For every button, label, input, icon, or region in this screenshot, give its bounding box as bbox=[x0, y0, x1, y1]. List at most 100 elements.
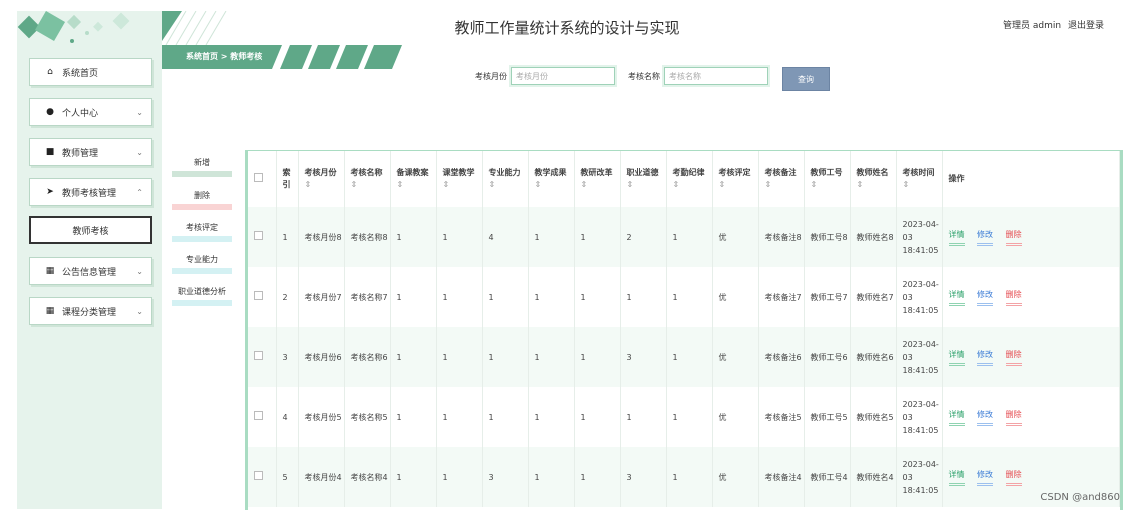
delete-button[interactable]: 删除 bbox=[172, 190, 232, 210]
detail-button[interactable]: 详情 bbox=[948, 288, 965, 306]
header-teacher-name[interactable]: 教师姓名 ⇕ bbox=[850, 151, 897, 207]
search-name-placeholder: 考核名称 bbox=[669, 71, 701, 81]
breadcrumb: 系统首页 > 教师考核 bbox=[186, 51, 262, 62]
sidebar-item-course[interactable]: ▦ 课程分类管理 ⌄ bbox=[29, 297, 152, 325]
checkbox-icon[interactable] bbox=[254, 230, 263, 240]
edit-button[interactable]: 修改 bbox=[977, 348, 994, 366]
checkbox-icon[interactable] bbox=[254, 410, 263, 420]
sidebar-item-notice[interactable]: ▦ 公告信息管理 ⌄ bbox=[29, 257, 152, 285]
sort-icon[interactable]: ⇕ bbox=[397, 180, 404, 189]
sidebar-item-teacher[interactable]: ■ 教师管理 ⌄ bbox=[29, 138, 152, 166]
search-name-group: 考核名称 考核名称 bbox=[628, 67, 768, 85]
row-delete-button[interactable]: 删除 bbox=[1005, 228, 1022, 246]
header-time[interactable]: 考核时间 ⇕ bbox=[896, 151, 943, 207]
header-label: 教学成果 bbox=[534, 168, 567, 177]
header-ops: 操作 bbox=[942, 151, 1120, 207]
cell-prep: 1 bbox=[390, 267, 437, 327]
header-ability[interactable]: 专业能力 ⇕ bbox=[482, 151, 529, 207]
row-delete-button[interactable]: 删除 bbox=[1005, 468, 1022, 486]
header-label: 考勤纪律 bbox=[672, 168, 705, 177]
detail-button[interactable]: 详情 bbox=[948, 408, 965, 426]
header-label: 考核月份 bbox=[304, 168, 337, 177]
cell-result: 1 bbox=[528, 387, 575, 447]
checkbox-icon[interactable] bbox=[254, 290, 263, 300]
header-result[interactable]: 教学成果 ⇕ bbox=[528, 151, 575, 207]
cell-month: 考核月份6 bbox=[298, 327, 345, 387]
cell-reform: 1 bbox=[574, 207, 621, 267]
edit-button[interactable]: 修改 bbox=[977, 468, 994, 486]
header-attendance[interactable]: 考勤纪律 ⇕ bbox=[666, 151, 713, 207]
header-prep[interactable]: 备课教案 ⇕ bbox=[390, 151, 437, 207]
header-label: 索引 bbox=[282, 168, 291, 189]
search-month-input[interactable]: 考核月份 bbox=[511, 67, 615, 85]
sidebar-item-home[interactable]: ⌂ 系统首页 bbox=[29, 58, 152, 86]
sort-icon[interactable]: ⇕ bbox=[351, 180, 358, 189]
row-delete-button[interactable]: 删除 bbox=[1005, 408, 1022, 426]
edit-button[interactable]: 修改 bbox=[977, 288, 994, 306]
edit-button[interactable]: 修改 bbox=[977, 408, 994, 426]
row-delete-button[interactable]: 删除 bbox=[1005, 288, 1022, 306]
row-checkbox[interactable] bbox=[248, 447, 277, 507]
chevron-down-icon: ⌄ bbox=[136, 266, 143, 276]
cell-eval: 优 bbox=[712, 387, 759, 447]
sidebar-item-label: 个人中心 bbox=[62, 108, 99, 119]
header-ethics[interactable]: 职业道德 ⇕ bbox=[620, 151, 667, 207]
sort-icon[interactable]: ⇕ bbox=[581, 180, 588, 189]
checkbox-icon[interactable] bbox=[254, 350, 263, 360]
sidebar-item-assessment[interactable]: ➤ 教师考核管理 ⌃ bbox=[29, 178, 152, 206]
header-month[interactable]: 考核月份 ⇕ bbox=[298, 151, 345, 207]
header-reform[interactable]: 教研改革 ⇕ bbox=[574, 151, 621, 207]
cell-attendance: 1 bbox=[666, 267, 713, 327]
row-delete-button[interactable]: 删除 bbox=[1005, 348, 1022, 366]
sort-icon[interactable]: ⇕ bbox=[719, 180, 726, 189]
header-checkbox[interactable] bbox=[248, 151, 277, 207]
ability-button[interactable]: 专业能力 bbox=[172, 254, 232, 274]
cell-attendance: 1 bbox=[666, 207, 713, 267]
row-checkbox[interactable] bbox=[248, 327, 277, 387]
logout-link[interactable]: 退出登录 bbox=[1068, 21, 1104, 31]
sort-icon[interactable]: ⇕ bbox=[673, 180, 680, 189]
row-checkbox[interactable] bbox=[248, 387, 277, 447]
search-name-input[interactable]: 考核名称 bbox=[664, 67, 768, 85]
breadcrumb-home[interactable]: 系统首页 bbox=[186, 52, 218, 61]
eval-button-bar bbox=[172, 236, 232, 242]
sidebar-item-personal[interactable]: ● 个人中心 ⌄ bbox=[29, 98, 152, 126]
cell-teaching: 1 bbox=[436, 267, 483, 327]
sort-icon[interactable]: ⇕ bbox=[627, 180, 634, 189]
search-button[interactable]: 查询 bbox=[782, 67, 830, 91]
header-label: 专业能力 bbox=[488, 168, 521, 177]
checkbox-icon[interactable] bbox=[254, 470, 263, 480]
edit-button[interactable]: 修改 bbox=[977, 228, 994, 246]
header-note[interactable]: 考核备注 ⇕ bbox=[758, 151, 805, 207]
detail-button[interactable]: 详情 bbox=[948, 228, 965, 246]
header-teaching[interactable]: 课堂教学 ⇕ bbox=[436, 151, 483, 207]
send-icon: ➤ bbox=[46, 187, 54, 197]
cell-ability: 3 bbox=[482, 447, 529, 507]
add-button[interactable]: 新增 bbox=[172, 157, 232, 177]
row-checkbox[interactable] bbox=[248, 207, 277, 267]
detail-button[interactable]: 详情 bbox=[948, 348, 965, 366]
cell-month: 考核月份8 bbox=[298, 207, 345, 267]
eval-button[interactable]: 考核评定 bbox=[172, 222, 232, 242]
cell-teacher-no: 教师工号6 bbox=[804, 327, 851, 387]
header-teacher-no[interactable]: 教师工号 ⇕ bbox=[804, 151, 851, 207]
sort-icon[interactable]: ⇕ bbox=[811, 180, 818, 189]
cell-reform: 1 bbox=[574, 387, 621, 447]
sort-icon[interactable]: ⇕ bbox=[535, 180, 542, 189]
row-checkbox[interactable] bbox=[248, 267, 277, 327]
detail-button[interactable]: 详情 bbox=[948, 468, 965, 486]
sort-icon[interactable]: ⇕ bbox=[903, 180, 910, 189]
checkbox-icon[interactable] bbox=[254, 172, 263, 182]
header-eval[interactable]: 考核评定 ⇕ bbox=[712, 151, 759, 207]
search-month-group: 考核月份 考核月份 bbox=[475, 67, 615, 85]
header-label: 考核备注 bbox=[764, 168, 797, 177]
sort-icon[interactable]: ⇕ bbox=[857, 180, 864, 189]
sidebar-subitem-teacher-assessment[interactable]: 教师考核 bbox=[29, 216, 152, 244]
sort-icon[interactable]: ⇕ bbox=[443, 180, 450, 189]
sort-icon[interactable]: ⇕ bbox=[489, 180, 496, 189]
ethics-button[interactable]: 职业道德分析 bbox=[172, 286, 232, 306]
sort-icon[interactable]: ⇕ bbox=[305, 180, 312, 189]
header-name[interactable]: 考核名称 ⇕ bbox=[344, 151, 391, 207]
cell-ops: 详情 修改 删除 bbox=[942, 207, 1120, 267]
sort-icon[interactable]: ⇕ bbox=[765, 180, 772, 189]
